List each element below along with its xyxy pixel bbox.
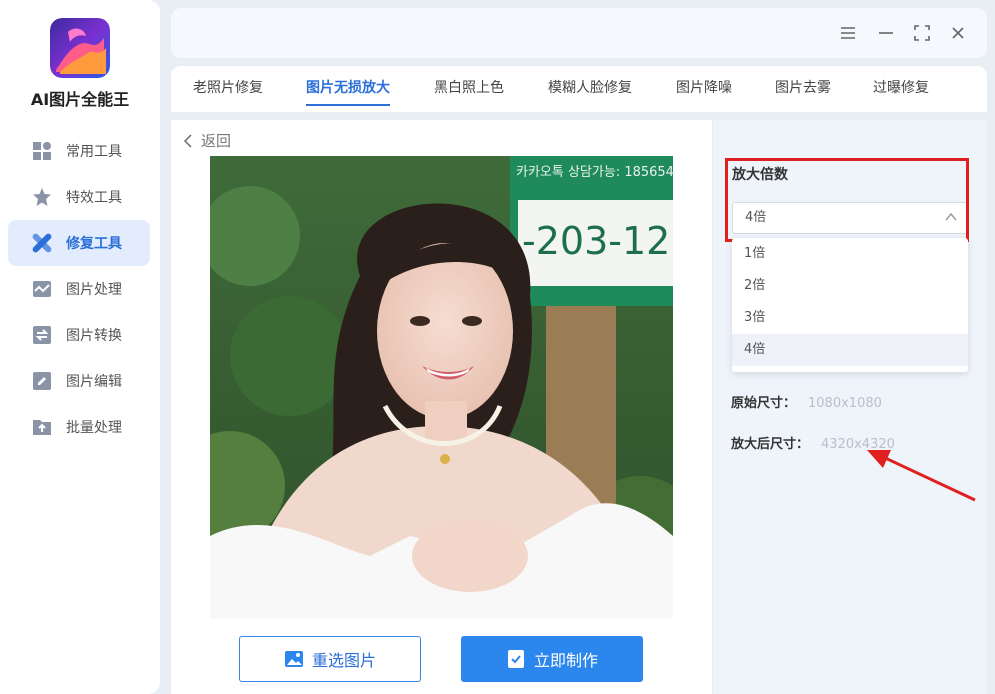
title-bar: [171, 8, 987, 58]
sign-text-2: -203-122: [522, 219, 673, 263]
preview-image: 카카오톡 상담가능: 18565454 -203-122: [210, 156, 673, 619]
sidebar-item-image-edit[interactable]: 图片编辑: [8, 358, 150, 404]
bandage-icon: [32, 233, 52, 253]
upload-icon: [32, 417, 52, 437]
settings-panel: 放大倍数 4倍 1倍 2倍 3倍 4倍 原始尺寸： 1080x1080 放大后尺寸…: [713, 120, 987, 694]
sidebar: AI图片全能王 常用工具 特效工具 修复工具 图片处理 图片转换 图片编辑 批量…: [0, 0, 160, 694]
sidebar-item-label: 图片编辑: [66, 374, 122, 390]
sidebar-item-label: 图片转换: [66, 328, 122, 344]
sidebar-item-label: 常用工具: [66, 144, 122, 160]
tab-dehaze[interactable]: 图片去雾: [775, 66, 831, 112]
original-size-label: 原始尺寸：: [731, 396, 797, 411]
sidebar-nav: 常用工具 特效工具 修复工具 图片处理 图片转换 图片编辑 批量处理: [8, 128, 150, 450]
image-wave-icon: [32, 279, 52, 299]
tab-colorize[interactable]: 黑白照上色: [434, 66, 504, 112]
sidebar-item-label: 修复工具: [66, 236, 122, 252]
back-button[interactable]: 返回: [181, 130, 231, 151]
highlight-box: [725, 158, 969, 242]
star-icon: [32, 187, 52, 207]
tab-face-repair[interactable]: 模糊人脸修复: [548, 66, 632, 112]
tool-tabs: 老照片修复 图片无损放大 黑白照上色 模糊人脸修复 图片降噪 图片去雾 过曝修复: [171, 66, 987, 112]
original-size: 原始尺寸： 1080x1080: [731, 392, 882, 411]
edit-icon: [32, 371, 52, 391]
sidebar-item-image-convert[interactable]: 图片转换: [8, 312, 150, 358]
image-icon: [284, 649, 304, 669]
convert-icon: [32, 325, 52, 345]
original-size-value: 1080x1080: [808, 396, 882, 411]
reselect-label: 重选图片: [311, 651, 376, 670]
fullscreen-icon[interactable]: [911, 22, 933, 44]
sidebar-item-batch[interactable]: 批量处理: [8, 404, 150, 450]
sidebar-item-repair-tools[interactable]: 修复工具: [8, 220, 150, 266]
tab-lossless-upscale[interactable]: 图片无损放大: [306, 66, 390, 112]
sidebar-item-label: 批量处理: [66, 420, 122, 436]
scaled-size-label: 放大后尺寸：: [731, 437, 810, 452]
scale-option-2x[interactable]: 2倍: [732, 270, 968, 302]
tab-old-photo-repair[interactable]: 老照片修复: [193, 66, 263, 112]
sign-text-1: 카카오톡 상담가능: 18565454: [516, 165, 673, 180]
scale-option-1x[interactable]: 1倍: [732, 238, 968, 270]
minimize-icon[interactable]: [875, 22, 897, 44]
app-logo: [50, 18, 110, 78]
sidebar-item-effect-tools[interactable]: 特效工具: [8, 174, 150, 220]
sidebar-item-image-processing[interactable]: 图片处理: [8, 266, 150, 312]
make-label: 立即制作: [533, 651, 598, 670]
check-doc-icon: [506, 649, 526, 669]
scale-dropdown: 1倍 2倍 3倍 4倍: [732, 238, 968, 372]
tab-overexposure-repair[interactable]: 过曝修复: [873, 66, 929, 112]
grid-icon: [32, 141, 52, 161]
scale-option-3x[interactable]: 3倍: [732, 302, 968, 334]
chevron-left-icon: [183, 133, 192, 148]
sidebar-item-label: 特效工具: [66, 190, 122, 206]
red-arrow-annotation: [867, 450, 976, 502]
menu-icon[interactable]: [837, 22, 859, 44]
sidebar-item-common-tools[interactable]: 常用工具: [8, 128, 150, 174]
back-label: 返回: [201, 132, 232, 150]
reselect-image-button[interactable]: 重选图片: [239, 636, 421, 682]
close-icon[interactable]: [947, 22, 969, 44]
tab-denoise[interactable]: 图片降噪: [676, 66, 732, 112]
app-title: AI图片全能王: [30, 90, 130, 109]
main-content: 返回 카카오톡 상담가능: 18565454 -20: [171, 120, 712, 694]
sidebar-item-label: 图片处理: [66, 282, 122, 298]
make-now-button[interactable]: 立即制作: [461, 636, 643, 682]
scale-option-4x[interactable]: 4倍: [732, 334, 968, 366]
